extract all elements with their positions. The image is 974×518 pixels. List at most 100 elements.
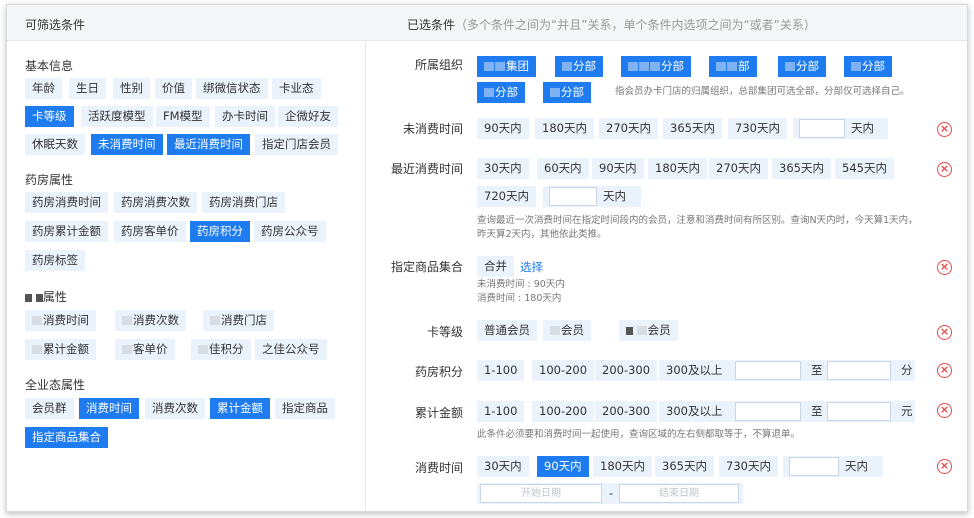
chip-other-consume-time[interactable]: 消费时间 [25,310,96,331]
chip-pharmacy-avg-price[interactable]: 药房客单价 [114,221,186,242]
recent-delete-icon[interactable]: × [937,162,952,177]
available-filters-panel: 基本信息 年龄 生日 性别 价值 绑微信状态 卡业态 卡等级 活跃度模型 FM模… [7,42,366,511]
org-chip-branch-2[interactable]: 分部 [621,56,691,77]
amount-delete-icon[interactable]: × [937,403,952,418]
amount-opt-1-100[interactable]: 1-100 [477,401,525,422]
points-opt-200-300[interactable]: 200-300 [595,360,658,381]
chip-other-avg-price[interactable]: 客单价 [115,339,175,360]
chip-other-consume-store[interactable]: 消费门店 [203,310,274,331]
amount-opt-200-300[interactable]: 200-300 [595,401,658,422]
card-level-premium[interactable]: 会员 [619,320,678,341]
chip-other-points[interactable]: 佳积分 [191,339,251,360]
chip-card-business[interactable]: 卡业态 [272,78,321,99]
recent-opt-90[interactable]: 90天内 [592,158,644,179]
recent-opt-180[interactable]: 180天内 [648,158,707,179]
chip-fm-model[interactable]: FM模型 [156,106,210,127]
amount-unit: 元 [901,404,913,418]
chip-ent-consume-time[interactable]: 消费时间 [79,398,139,419]
consume-opt-30[interactable]: 30天内 [477,456,529,477]
recent-note-line-1: 查询最近一次消费时间在指定时间段内的会员，注意和消费时间有所区别。查询N天内时，… [477,215,918,226]
chip-birthday[interactable]: 生日 [69,78,106,99]
consume-opt-180[interactable]: 180天内 [593,456,652,477]
points-opt-1-100[interactable]: 1-100 [477,360,525,381]
recent-opt-60[interactable]: 60天内 [537,158,589,179]
amount-max-input[interactable] [827,402,891,421]
chip-value[interactable]: 价值 [155,78,192,99]
label-pharmacy-points: 药房积分 [414,365,463,379]
product-set-select-link[interactable]: 选择 [520,259,543,275]
chip-card-time[interactable]: 办卡时间 [215,106,275,127]
org-chip-branch-7[interactable]: 分部 [543,82,591,103]
chip-pharmacy-total-amount[interactable]: 药房累计金额 [25,221,108,242]
chip-other-consume-count[interactable]: 消费次数 [115,310,186,331]
chip-member-group[interactable]: 会员群 [25,398,74,419]
unconsumed-delete-icon[interactable]: × [937,122,952,137]
points-min-input[interactable] [735,361,801,380]
consume-opt-365[interactable]: 365天内 [655,456,714,477]
recent-opt-365[interactable]: 365天内 [772,158,831,179]
recent-opt-30[interactable]: 30天内 [477,158,529,179]
chip-ent-product[interactable]: 指定商品 [275,398,335,419]
chip-activity-model[interactable]: 活跃度模型 [81,106,153,127]
card-level-delete-icon[interactable]: × [937,325,952,340]
chip-pharmacy-points[interactable]: 药房积分 [190,221,250,242]
product-set-merge[interactable]: 合并 [477,256,514,277]
unconsumed-days-input[interactable] [799,119,845,138]
chip-pharmacy-tag[interactable]: 药房标签 [25,250,85,271]
chip-other-total-amount[interactable]: 累计金额 [25,339,96,360]
chip-unconsumed-time[interactable]: 未消费时间 [91,134,163,155]
consume-start-date[interactable]: 开始日期 [480,484,602,503]
label-total-amount: 累计金额 [414,406,463,420]
chip-other-official-account[interactable]: 之佳公众号 [255,339,327,360]
points-max-input[interactable] [827,361,891,380]
points-opt-100-200[interactable]: 100-200 [532,360,595,381]
chip-card-level[interactable]: 卡等级 [25,106,74,127]
chip-dormant-days[interactable]: 休眠天数 [25,134,85,155]
card-level-normal[interactable]: 普通会员 [477,320,537,341]
chip-pharmacy-consume-store[interactable]: 药房消费门店 [202,192,285,213]
product-set-delete-icon[interactable]: × [937,260,952,275]
org-chip-branch-3[interactable]: 部 [709,56,757,77]
chip-pharmacy-consume-count[interactable]: 药房消费次数 [114,192,197,213]
recent-opt-270[interactable]: 270天内 [709,158,768,179]
chip-ent-consume-count[interactable]: 消费次数 [145,398,205,419]
card-level-gold[interactable]: 会员 [543,320,591,341]
section-other-attributes: 属性 [25,288,67,305]
chip-wecom-friend[interactable]: 企微好友 [278,106,338,127]
chip-pharmacy-official-account[interactable]: 药房公众号 [254,221,326,242]
label-consume-time: 消费时间 [414,461,463,475]
points-to-label: 至 [811,363,823,377]
label-recent-consume-time: 最近消费时间 [390,162,463,176]
recent-days-input[interactable] [549,187,597,206]
org-chip-branch-4[interactable]: 分部 [778,56,826,77]
chip-pharmacy-consume-time[interactable]: 药房消费时间 [25,192,108,213]
consume-opt-90[interactable]: 90天内 [537,456,589,477]
chip-age[interactable]: 年龄 [25,78,62,99]
consume-opt-730[interactable]: 730天内 [719,456,778,477]
unconsumed-opt-365[interactable]: 365天内 [663,118,722,139]
consume-end-date[interactable]: 结束日期 [619,484,739,503]
consume-delete-icon[interactable]: × [937,459,952,474]
recent-opt-720[interactable]: 720天内 [477,186,536,207]
unconsumed-opt-270[interactable]: 270天内 [599,118,658,139]
unconsumed-opt-90[interactable]: 90天内 [477,118,529,139]
points-delete-icon[interactable]: × [937,363,952,378]
org-chip-branch-6[interactable]: 分部 [477,82,525,103]
unconsumed-opt-180[interactable]: 180天内 [535,118,594,139]
unconsumed-opt-730[interactable]: 730天内 [728,118,787,139]
org-chip-branch-5[interactable]: 分部 [844,56,892,77]
chip-store-member[interactable]: 指定门店会员 [255,134,338,155]
chip-wechat-binding[interactable]: 绑微信状态 [196,78,268,99]
org-chip-group[interactable]: 集团 [477,56,536,77]
chip-gender[interactable]: 性别 [113,78,150,99]
amount-min-input[interactable] [735,402,801,421]
points-opt-300-plus[interactable]: 300及以上 [659,360,730,381]
consume-days-input[interactable] [789,457,839,476]
amount-opt-300-plus[interactable]: 300及以上 [659,401,730,422]
chip-ent-total-amount[interactable]: 累计金额 [210,398,270,419]
chip-ent-product-set[interactable]: 指定商品集合 [25,427,108,448]
org-chip-branch-1[interactable]: 分部 [555,56,603,77]
amount-opt-100-200[interactable]: 100-200 [532,401,595,422]
recent-opt-545[interactable]: 545天内 [835,158,894,179]
chip-recent-consume-time[interactable]: 最近消费时间 [167,134,250,155]
